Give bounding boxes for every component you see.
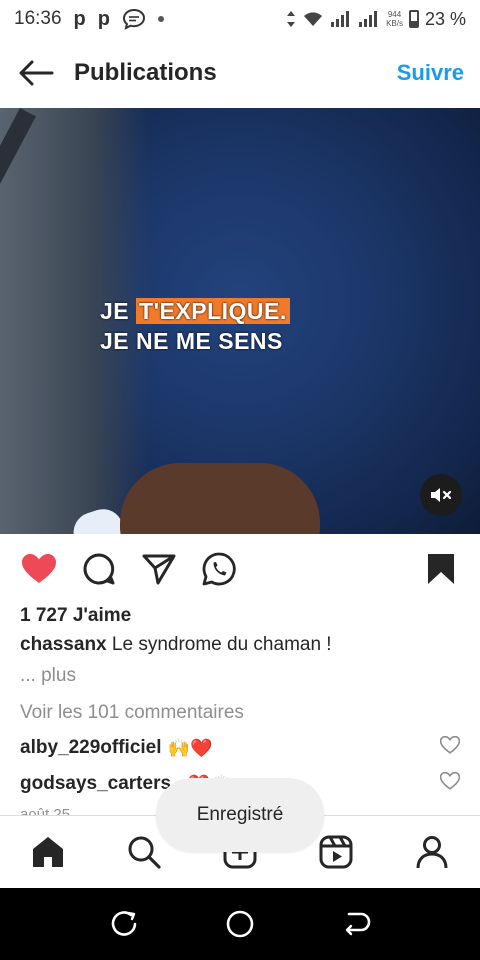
home-circle-icon [226, 910, 254, 938]
overlay-text-line2: JE NE ME SENS [100, 328, 283, 354]
post-video[interactable]: JE T'EXPLIQUE. JE NE ME SENS [0, 108, 480, 534]
recent-apps-icon [111, 911, 137, 936]
comment-icon [83, 553, 115, 585]
follow-button[interactable]: Suivre [397, 60, 464, 86]
whatsapp-share-button[interactable] [200, 550, 238, 588]
overlay-text-highlight: T'EXPLIQUE. [136, 298, 290, 324]
notification-dot-icon [157, 16, 164, 22]
network-speed-unit: KB/s [386, 19, 403, 28]
battery-icon [408, 10, 419, 28]
video-caption-overlay: JE T'EXPLIQUE. JE NE ME SENS [100, 296, 290, 356]
paper-plane-icon [142, 554, 176, 585]
status-bar: 16:36 p p 944 KB/s 23 % [0, 0, 480, 38]
saved-toast: Enregistré [156, 778, 324, 852]
nav-reels[interactable] [312, 828, 360, 876]
message-icon [122, 8, 145, 30]
save-button[interactable] [422, 550, 460, 588]
page-title: Publications [74, 59, 217, 86]
bookmark-filled-icon [428, 554, 454, 584]
post-actions [0, 534, 480, 604]
back-icon [345, 912, 371, 936]
whatsapp-icon [202, 552, 236, 586]
back-arrow-icon[interactable] [16, 53, 56, 93]
heart-outline-icon [439, 771, 461, 790]
view-comments-link[interactable]: Voir les 101 commentaires [20, 696, 460, 730]
data-arrows-icon [287, 11, 296, 27]
mute-button[interactable] [420, 474, 462, 516]
p-icon: p [73, 7, 86, 30]
profile-icon [416, 836, 448, 869]
overlay-text-a: JE [100, 298, 137, 324]
comment-text: 🙌❤️ [167, 737, 213, 758]
volume-off-icon [431, 488, 452, 502]
network-speed-value: 944 [387, 10, 402, 19]
post-caption: chassanx Le syndrome du chaman ! [20, 632, 460, 662]
home-icon [33, 837, 63, 867]
signal-icon [331, 11, 350, 27]
reels-icon [319, 835, 353, 869]
network-speed: 944 KB/s [386, 10, 403, 28]
back-button[interactable] [338, 906, 374, 942]
nav-profile[interactable] [408, 828, 456, 876]
comment-row: alby_229officiel 🙌❤️ [20, 730, 461, 766]
recent-apps-button[interactable] [106, 906, 142, 942]
author-username[interactable]: chassanx [20, 634, 107, 655]
heart-filled-icon [22, 554, 56, 583]
p-icon: p [97, 7, 110, 30]
status-time: 16:36 [14, 8, 62, 29]
likes-count[interactable]: 1 727 J'aime [20, 604, 460, 632]
comment-like-button[interactable] [439, 735, 461, 760]
heart-outline-icon [439, 735, 461, 754]
header: Publications Suivre [0, 38, 480, 108]
battery-level: 23 % [424, 8, 466, 29]
comment-username[interactable]: godsays_carters_ [20, 773, 182, 795]
comment-button[interactable] [80, 550, 118, 588]
nav-home[interactable] [24, 828, 72, 876]
video-hands [120, 463, 320, 534]
caption-text: Le syndrome du chaman ! [111, 634, 332, 655]
comment-username[interactable]: alby_229officiel [20, 737, 162, 759]
comment-like-button[interactable] [439, 771, 461, 796]
more-link[interactable]: ... plus [20, 662, 460, 696]
wifi-icon [304, 12, 323, 26]
signal-icon [359, 11, 378, 27]
search-icon [128, 836, 161, 869]
home-button[interactable] [222, 906, 258, 942]
system-nav [0, 888, 480, 960]
like-button[interactable] [20, 550, 58, 588]
share-button[interactable] [140, 550, 178, 588]
